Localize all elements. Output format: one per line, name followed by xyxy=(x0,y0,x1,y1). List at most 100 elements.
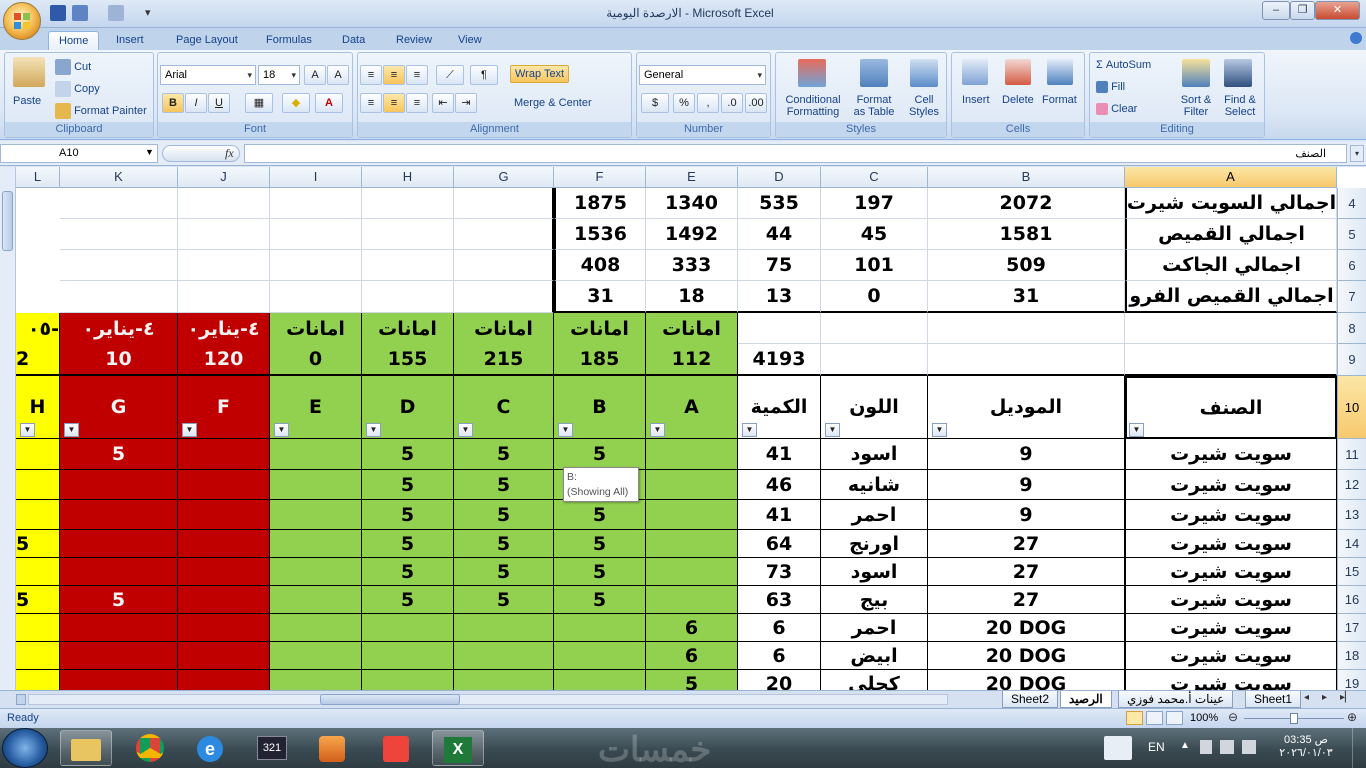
branch-quantity-cell[interactable] xyxy=(16,670,60,690)
row-header-19[interactable]: 19 xyxy=(1337,670,1366,690)
delete-cells-icon[interactable] xyxy=(1005,59,1031,85)
scrollbar-thumb[interactable] xyxy=(2,191,13,251)
empty-cell[interactable] xyxy=(454,250,554,281)
close-button[interactable]: ✕ xyxy=(1315,1,1360,20)
column-filter-header[interactable]: الموديل xyxy=(928,376,1125,439)
branch-quantity-cell[interactable] xyxy=(178,642,270,670)
language-indicator[interactable]: EN xyxy=(1148,740,1165,754)
summary-value-cell[interactable]: 101 xyxy=(821,250,928,281)
ie-taskbar-icon[interactable]: e xyxy=(184,730,236,766)
column-header-b[interactable]: B xyxy=(928,167,1125,188)
zoom-level[interactable]: 100% xyxy=(1190,712,1218,724)
branch-quantity-cell[interactable] xyxy=(16,439,60,470)
summary-value-cell[interactable]: 18 xyxy=(646,281,738,313)
borders-icon[interactable]: ▦ xyxy=(245,93,273,113)
branch-quantity-cell[interactable]: 5 xyxy=(646,670,738,690)
align-bottom-icon[interactable]: ≡ xyxy=(406,65,428,85)
summary-label-cell[interactable]: اجمالي القميص الفرو xyxy=(1125,281,1337,313)
column-header-e[interactable]: E xyxy=(646,167,738,188)
fill-color-icon[interactable]: ◆ xyxy=(282,93,310,113)
total-cell[interactable]: 215 xyxy=(454,344,554,376)
summary-label-cell[interactable]: اجمالي السويت شيرت xyxy=(1125,188,1337,219)
number-format-select[interactable]: General xyxy=(639,65,766,85)
row-header-6[interactable]: 6 xyxy=(1337,250,1366,281)
item-type-cell[interactable]: سويت شيرت xyxy=(1125,586,1337,614)
sheet-nav-prev-icon[interactable]: ◂ xyxy=(1304,692,1309,703)
branch-quantity-cell[interactable]: 5 xyxy=(362,586,454,614)
column-header-c[interactable]: C xyxy=(821,167,928,188)
total-cell[interactable]: 185 xyxy=(554,344,646,376)
bold-button[interactable]: B xyxy=(162,93,184,113)
orientation-icon[interactable]: ⟋ xyxy=(436,65,464,85)
name-box-dropdown-icon[interactable]: ▼ xyxy=(145,147,154,157)
branch-quantity-cell[interactable] xyxy=(178,500,270,530)
help-icon[interactable] xyxy=(1350,32,1362,44)
decrease-indent-icon[interactable]: ⇤ xyxy=(432,93,454,113)
branch-quantity-cell[interactable]: 5 xyxy=(60,439,178,470)
branch-quantity-cell[interactable] xyxy=(646,530,738,558)
summary-value-cell[interactable]: 31 xyxy=(554,281,646,313)
filter-dropdown-icon[interactable]: ▼ xyxy=(64,423,79,437)
insert-cells-button[interactable]: Insert xyxy=(962,94,990,106)
color-cell[interactable]: اسود xyxy=(821,439,928,470)
branch-quantity-cell[interactable] xyxy=(60,670,178,690)
align-right-icon[interactable]: ≡ xyxy=(406,93,428,113)
color-cell[interactable]: ابيض xyxy=(821,642,928,670)
branch-quantity-cell[interactable] xyxy=(270,470,362,500)
header-label-cell[interactable]: ۰٤-يناير xyxy=(60,313,178,344)
office-button[interactable] xyxy=(3,2,41,40)
filter-dropdown-icon[interactable]: ▼ xyxy=(274,423,289,437)
paste-icon[interactable] xyxy=(13,57,45,87)
anydesk-taskbar-icon[interactable] xyxy=(370,730,422,766)
summary-value-cell[interactable]: 535 xyxy=(738,188,821,219)
item-type-cell[interactable]: سويت شيرت xyxy=(1125,642,1337,670)
qat-customize-icon[interactable]: ▾ xyxy=(145,6,151,19)
minimize-button[interactable]: ‒ xyxy=(1262,1,1290,20)
row-header-10[interactable]: 10 xyxy=(1337,376,1366,439)
header-label-cell[interactable]: امانات xyxy=(454,313,554,344)
branch-quantity-cell[interactable]: 5 xyxy=(362,500,454,530)
branch-quantity-cell[interactable] xyxy=(60,530,178,558)
underline-button[interactable]: U xyxy=(208,93,230,113)
total-cell[interactable]: 112 xyxy=(646,344,738,376)
empty-cell[interactable] xyxy=(362,250,454,281)
filter-dropdown-icon[interactable]: ▼ xyxy=(458,423,473,437)
branch-quantity-cell[interactable] xyxy=(178,614,270,642)
empty-cell[interactable] xyxy=(60,281,178,313)
model-cell[interactable]: 27 xyxy=(928,530,1125,558)
model-cell[interactable]: 20 DOG xyxy=(928,642,1125,670)
shrink-font-button[interactable]: A xyxy=(327,65,349,85)
column-header-i[interactable]: I xyxy=(270,167,362,188)
filter-dropdown-icon[interactable]: ▼ xyxy=(650,423,665,437)
worksheet-grid[interactable]: A B C D E F G H I J K L 4 5 6 7 8 9 10 11 12 13 14 15 16 17 18 19 اج… xyxy=(0,167,1366,690)
branch-quantity-cell[interactable] xyxy=(178,586,270,614)
tab-formulas[interactable]: Formulas xyxy=(256,31,322,50)
expand-formula-bar-icon[interactable]: ▾ xyxy=(1350,145,1364,162)
volume-icon[interactable] xyxy=(1242,740,1256,754)
branch-quantity-cell[interactable] xyxy=(270,558,362,586)
model-cell[interactable]: 9 xyxy=(928,500,1125,530)
quantity-cell[interactable]: 64 xyxy=(738,530,821,558)
branch-quantity-cell[interactable]: 5 xyxy=(454,558,554,586)
quantity-cell[interactable]: 73 xyxy=(738,558,821,586)
column-header-k[interactable]: K xyxy=(60,167,178,188)
color-cell[interactable]: احمر xyxy=(821,614,928,642)
formula-input[interactable]: الصنف xyxy=(244,144,1347,163)
align-middle-icon[interactable]: ≡ xyxy=(383,65,405,85)
branch-quantity-cell[interactable] xyxy=(554,642,646,670)
media-player-classic-icon[interactable]: 321 xyxy=(246,730,298,766)
model-cell[interactable]: 27 xyxy=(928,586,1125,614)
summary-value-cell[interactable]: 31 xyxy=(928,281,1125,313)
grow-font-button[interactable]: A xyxy=(304,65,326,85)
model-cell[interactable]: 20 DOG xyxy=(928,670,1125,690)
column-header-f[interactable]: F xyxy=(554,167,646,188)
zoom-out-icon[interactable]: ⊖ xyxy=(1228,710,1238,724)
redo-icon[interactable] xyxy=(108,5,124,21)
increase-decimal-icon[interactable]: .0 xyxy=(721,93,743,113)
conditional-formatting-button[interactable]: Conditional Formatting xyxy=(780,94,846,118)
branch-quantity-cell[interactable] xyxy=(60,614,178,642)
row-header-5[interactable]: 5 xyxy=(1337,219,1366,250)
header-label-cell[interactable]: امانات xyxy=(554,313,646,344)
branch-quantity-cell[interactable] xyxy=(646,470,738,500)
tab-insert[interactable]: Insert xyxy=(106,31,154,50)
